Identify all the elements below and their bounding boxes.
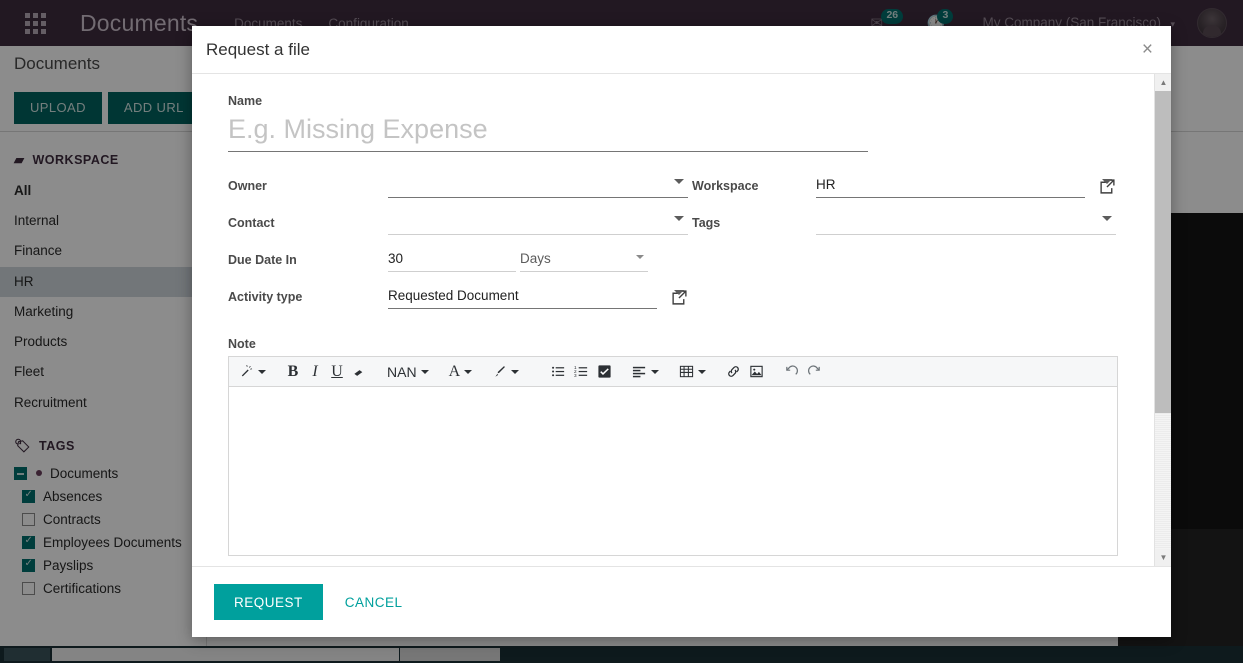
note-label: Note [228, 337, 256, 351]
workspace-label: Workspace [692, 179, 759, 193]
name-label: Name [228, 94, 263, 108]
dialog-body: Name Owner Workspace [192, 74, 1154, 566]
chevron-down-icon [420, 369, 429, 374]
svg-text:3: 3 [574, 373, 577, 378]
owner-field[interactable] [388, 174, 688, 198]
font-color-icon[interactable]: A [445, 358, 477, 386]
activity-type-input[interactable] [388, 285, 657, 309]
chevron-down-icon [651, 369, 660, 374]
unordered-list-icon[interactable] [547, 358, 570, 386]
open-workspace-external-icon[interactable] [1099, 178, 1116, 195]
chevron-down-icon [511, 369, 520, 374]
dialog-footer: REQUEST CANCEL [192, 567, 1171, 637]
chevron-down-icon [464, 369, 473, 374]
tags-label: Tags [692, 216, 721, 230]
close-icon[interactable]: × [1138, 38, 1157, 61]
font-size-select[interactable]: NAN [383, 358, 433, 386]
due-date-unit-field[interactable] [520, 248, 648, 272]
scroll-up-arrow-icon[interactable]: ▲ [1155, 74, 1171, 91]
owner-label: Owner [228, 179, 267, 193]
bold-icon[interactable]: B [282, 358, 304, 386]
contact-field[interactable] [388, 211, 688, 235]
dialog-body-wrapper: Name Owner Workspace [192, 74, 1171, 567]
font-size-value: NAN [387, 363, 417, 380]
ordered-list-icon[interactable]: 1 2 3 [570, 358, 593, 386]
field-grid: Owner Workspace HR Contact Tags Due Date… [228, 174, 1118, 309]
style-magic-wand-icon[interactable] [235, 358, 270, 386]
open-activity-type-external-icon[interactable] [671, 289, 688, 306]
request-a-file-dialog: Request a file × Name Owner Workspace [192, 26, 1171, 637]
underline-icon[interactable]: U [326, 358, 348, 386]
undo-icon[interactable] [780, 358, 803, 386]
align-left-icon[interactable] [628, 358, 663, 386]
scroll-down-arrow-icon[interactable]: ▼ [1155, 549, 1171, 566]
cancel-button[interactable]: CANCEL [337, 595, 411, 610]
italic-icon[interactable]: I [304, 358, 326, 386]
link-icon[interactable] [722, 358, 745, 386]
note-editor-canvas[interactable] [229, 387, 1117, 555]
chevron-down-icon [698, 369, 707, 374]
table-icon[interactable] [675, 358, 710, 386]
request-button[interactable]: REQUEST [214, 584, 323, 620]
owner-input[interactable] [388, 174, 688, 198]
contact-label: Contact [228, 216, 275, 230]
vertical-scroll-thumb[interactable] [1155, 91, 1171, 413]
dialog-vertical-scrollbar[interactable]: ▲ ▼ [1154, 74, 1171, 566]
dialog-header: Request a file × [192, 26, 1171, 74]
workspace-input[interactable] [816, 174, 1085, 198]
dialog-title: Request a file [206, 39, 310, 59]
name-input[interactable] [228, 112, 868, 152]
chevron-down-icon [258, 369, 266, 374]
workspace-field[interactable] [816, 174, 1116, 198]
vertical-scroll-track[interactable] [1155, 413, 1171, 549]
note-editor: B I U NAN A 1 2 3 [228, 356, 1118, 556]
due-date-in-field [388, 248, 688, 272]
due-date-in-label: Due Date In [228, 253, 297, 267]
due-date-number-input[interactable] [388, 248, 516, 272]
redo-icon[interactable] [803, 358, 826, 386]
eraser-icon[interactable] [348, 358, 371, 386]
activity-type-label: Activity type [228, 290, 303, 304]
font-color-letter: A [448, 362, 461, 380]
activity-type-field[interactable] [388, 285, 688, 309]
contact-input[interactable] [388, 211, 688, 235]
due-date-unit-input[interactable] [520, 248, 648, 272]
checklist-icon[interactable] [593, 358, 616, 386]
editor-toolbar: B I U NAN A 1 2 3 [229, 357, 1117, 387]
background-color-brush-icon[interactable] [488, 358, 523, 386]
tags-field[interactable] [816, 211, 1116, 235]
image-icon[interactable] [745, 358, 768, 386]
tags-input[interactable] [816, 211, 1116, 235]
